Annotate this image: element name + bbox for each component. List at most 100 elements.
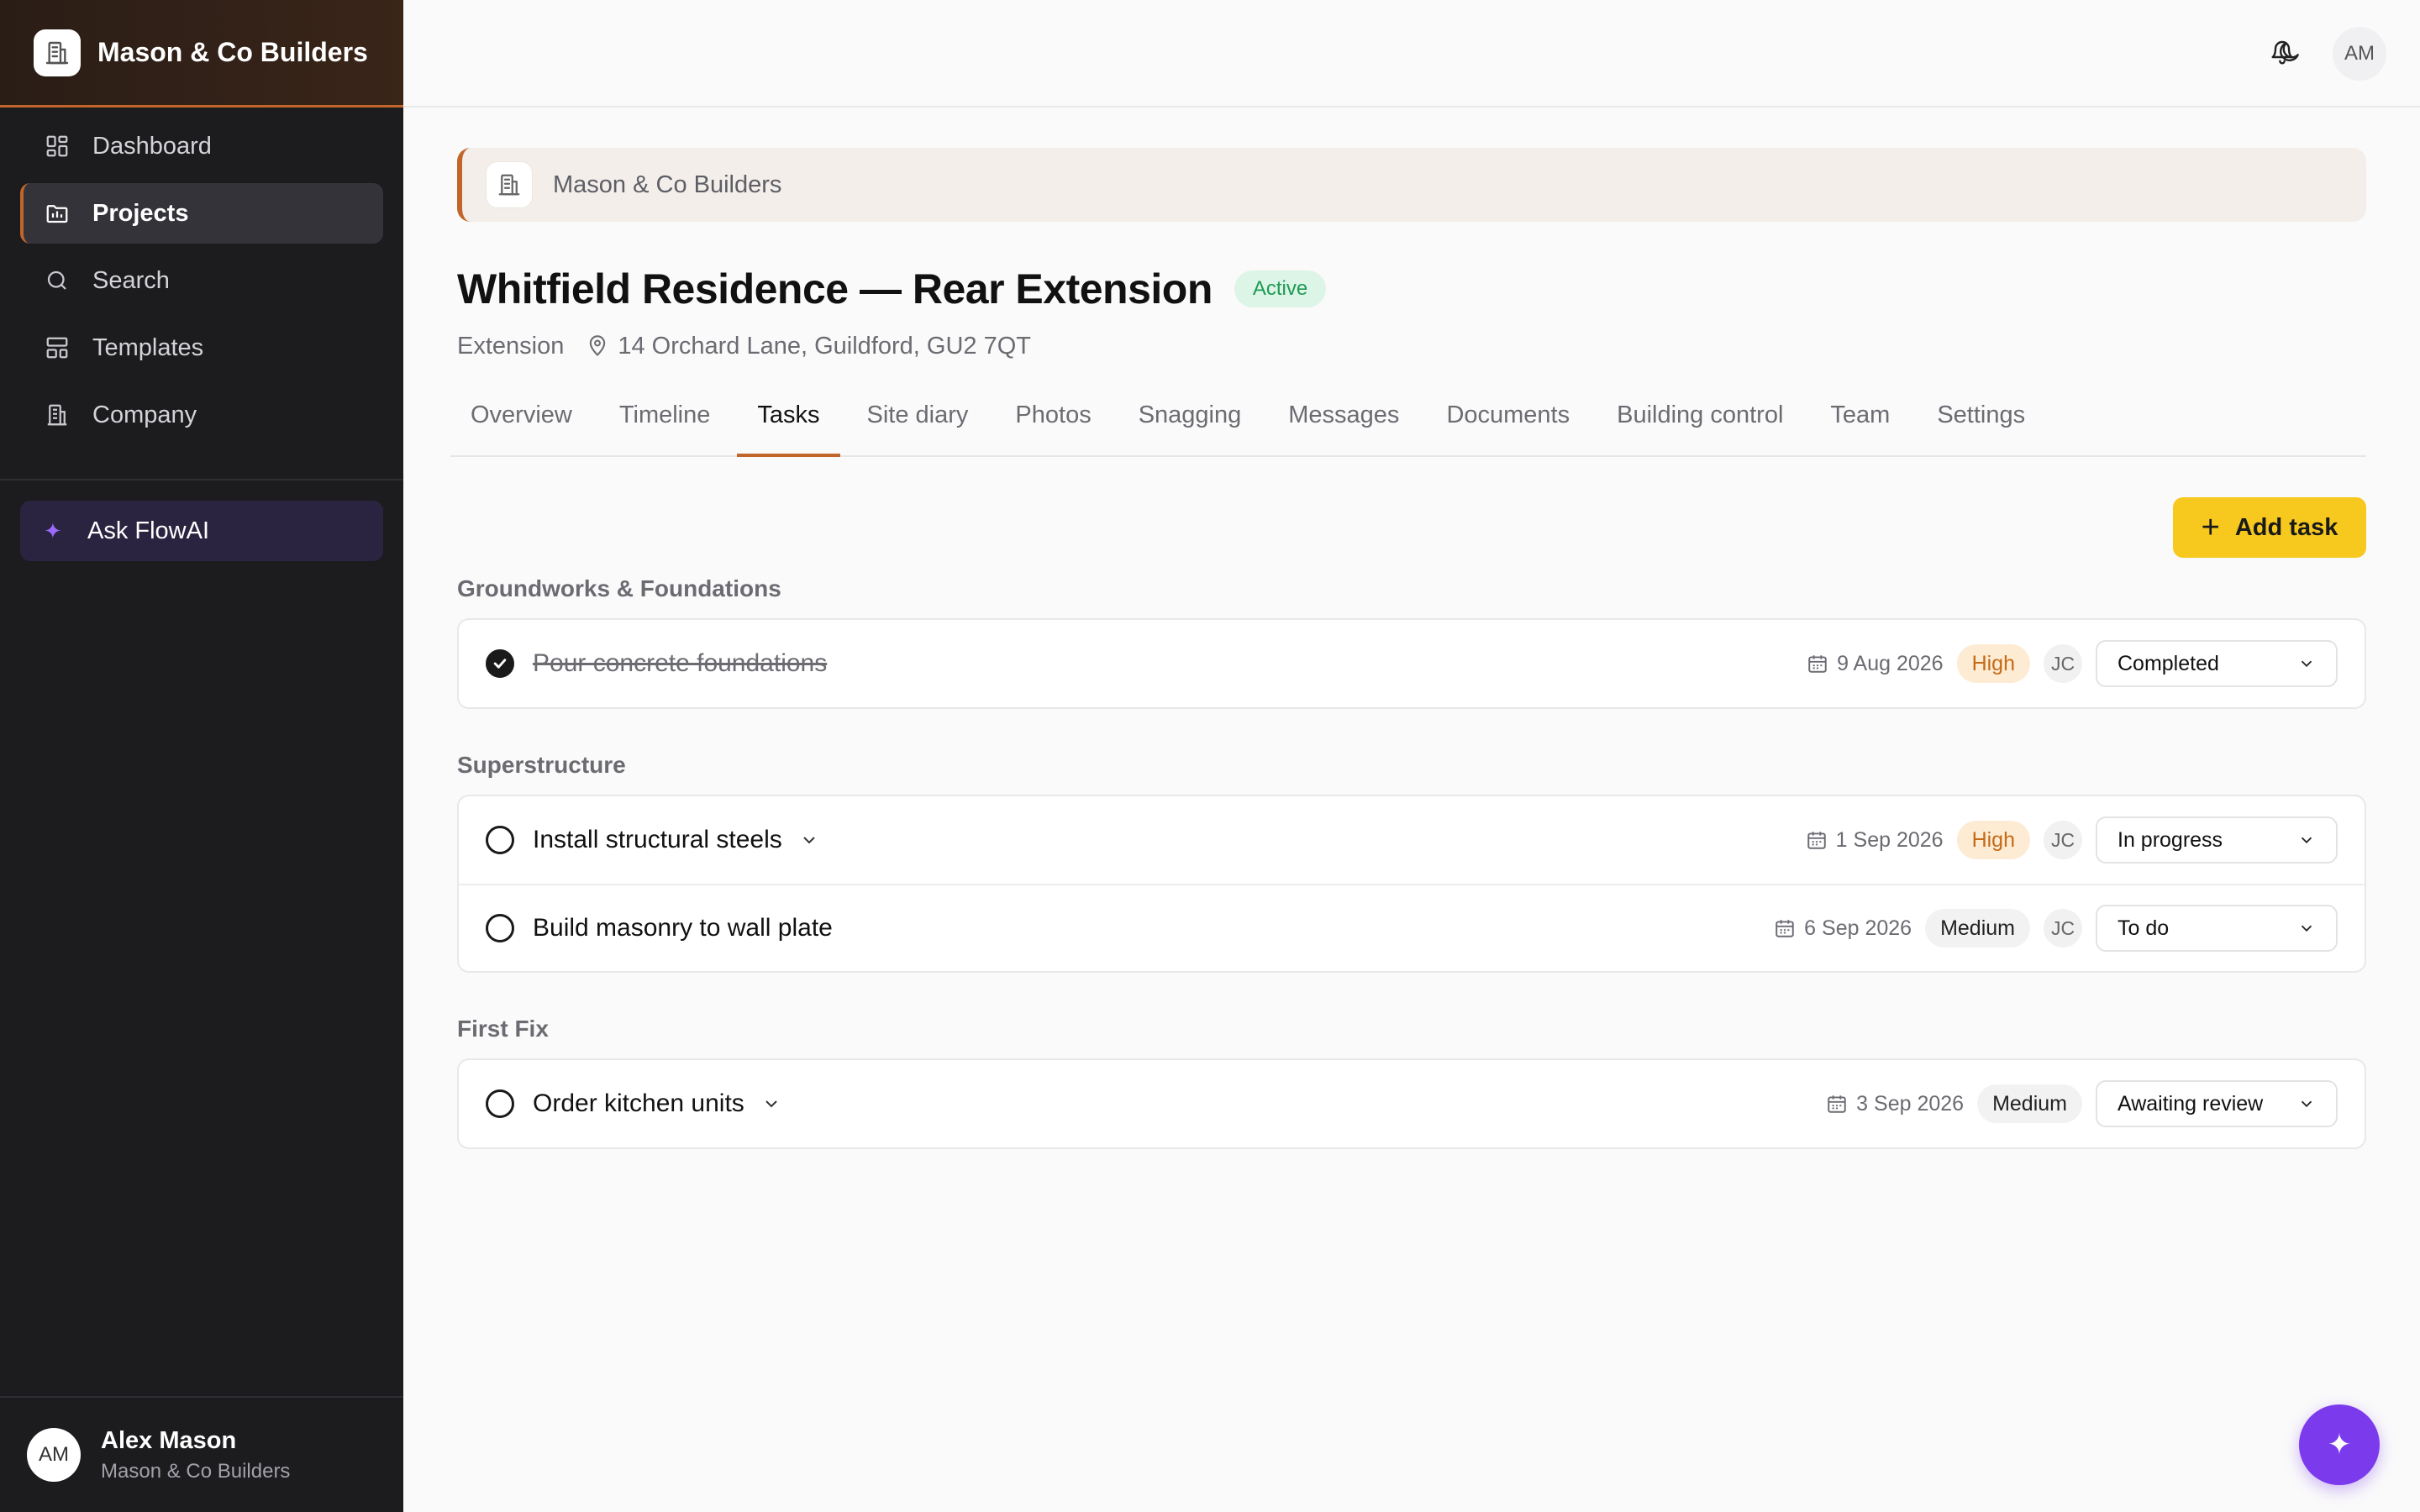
search-icon (44, 267, 71, 294)
sidebar-item-dashboard[interactable]: Dashboard (20, 116, 383, 176)
task-due-date: 3 Sep 2026 (1826, 1092, 1964, 1116)
tab-site-diary[interactable]: Site diary (847, 398, 989, 457)
avatar[interactable]: AM (2333, 27, 2386, 81)
check-icon (493, 659, 507, 669)
assignee-avatar[interactable]: JC (2044, 821, 2082, 859)
sidebar-item-projects[interactable]: Projects (20, 183, 383, 244)
status-dropdown[interactable]: To do (2096, 905, 2338, 952)
status-dropdown[interactable]: Completed (2096, 640, 2338, 687)
company-banner: Mason & Co Builders (457, 148, 2366, 222)
user-profile[interactable]: AM Alex Mason Mason & Co Builders (0, 1396, 403, 1512)
tab-photos[interactable]: Photos (995, 398, 1111, 457)
task-checkbox[interactable] (486, 1089, 514, 1118)
company-icon (44, 402, 71, 428)
chevron-down-icon (2297, 831, 2316, 849)
chevron-down-icon (2297, 1095, 2316, 1113)
sidebar-item-templates[interactable]: Templates (20, 318, 383, 378)
tab-settings[interactable]: Settings (1917, 398, 2045, 457)
sparkle-icon: ✦ (44, 517, 62, 543)
task-date-text: 3 Sep 2026 (1856, 1091, 1965, 1116)
task-row[interactable]: Order kitchen units 3 Sep 2026 Medium Aw… (459, 1060, 2365, 1147)
ask-flowai-button[interactable]: ✦ Ask FlowAI (20, 501, 383, 561)
status-dropdown[interactable]: In progress (2096, 816, 2338, 864)
tab-timeline[interactable]: Timeline (599, 398, 731, 457)
task-checkbox[interactable] (486, 914, 514, 942)
page-title: Whitfield Residence — Rear Extension (457, 265, 1213, 312)
chevron-down-icon[interactable] (799, 830, 819, 850)
task-date-text: 1 Sep 2026 (1835, 827, 1944, 852)
task-group: Order kitchen units 3 Sep 2026 Medium Aw… (457, 1058, 2366, 1149)
task-date-text: 9 Aug 2026 (1837, 651, 1944, 675)
task-row[interactable]: Build masonry to wall plate 6 Sep 2026 M… (459, 884, 2365, 971)
task-name[interactable]: Build masonry to wall plate (533, 914, 833, 942)
status-value: Awaiting review (2118, 1091, 2264, 1116)
task-row[interactable]: Pour concrete foundations 9 Aug 2026 Hig… (459, 620, 2365, 707)
project-address: 14 Orchard Lane, Guildford, GU2 7QT (618, 332, 1031, 360)
calendar-icon (1774, 917, 1796, 939)
sidebar-item-label: Templates (92, 333, 204, 361)
task-name[interactable]: Order kitchen units (533, 1089, 744, 1118)
task-group: Install structural steels 1 Sep 2026 Hig… (457, 795, 2366, 973)
status-dropdown[interactable]: Awaiting review (2096, 1080, 2338, 1127)
task-due-date: 1 Sep 2026 (1806, 828, 1944, 853)
topbar: AM (403, 0, 2420, 108)
assignee-avatar[interactable]: JC (2044, 909, 2082, 948)
assignee-avatar[interactable]: JC (2044, 644, 2082, 683)
priority-badge: High (1956, 821, 2030, 859)
company-name: Mason & Co Builders (553, 171, 782, 198)
sidebar-item-label: Dashboard (92, 132, 212, 160)
status-value: Completed (2118, 651, 2219, 675)
priority-badge: High (1956, 644, 2030, 683)
status-badge: Active (1234, 270, 1327, 307)
notifications-button[interactable] (2257, 29, 2307, 79)
project-tabs: Overview Timeline Tasks Site diary Photo… (450, 398, 2366, 457)
project-meta: Extension 14 Orchard Lane, Guildford, GU… (457, 329, 2366, 363)
task-group-title: Superstructure (457, 752, 626, 778)
templates-icon (44, 334, 71, 361)
add-task-button[interactable]: + Add task (2173, 497, 2366, 558)
sidebar-item-company[interactable]: Company (20, 385, 383, 445)
tab-overview[interactable]: Overview (450, 398, 592, 457)
tab-messages[interactable]: Messages (1268, 398, 1419, 457)
avatar: AM (27, 1428, 81, 1482)
task-group: Pour concrete foundations 9 Aug 2026 Hig… (457, 618, 2366, 709)
building-logo-icon (34, 29, 81, 76)
brand-header[interactable]: Mason & Co Builders (0, 0, 403, 108)
task-name[interactable]: Install structural steels (533, 826, 782, 854)
task-due-date: 9 Aug 2026 (1807, 652, 1944, 676)
map-pin-icon (586, 334, 609, 358)
user-org: Mason & Co Builders (101, 1459, 291, 1483)
status-value: To do (2118, 916, 2170, 940)
status-value: In progress (2118, 827, 2223, 852)
add-task-label: Add task (2234, 513, 2338, 541)
sidebar-divider (0, 479, 403, 480)
task-checkbox[interactable] (486, 649, 514, 678)
main-content: Mason & Co Builders Whitfield Residence … (450, 108, 2366, 1191)
tab-team[interactable]: Team (1810, 398, 1910, 457)
task-row[interactable]: Install structural steels 1 Sep 2026 Hig… (459, 796, 2365, 884)
tab-tasks[interactable]: Tasks (737, 398, 840, 457)
user-name: Alex Mason (101, 1426, 237, 1454)
task-checkbox[interactable] (486, 826, 514, 854)
calendar-icon (1807, 653, 1828, 675)
sidebar-item-label: Projects (92, 199, 189, 227)
tab-snagging[interactable]: Snagging (1118, 398, 1262, 457)
task-due-date: 6 Sep 2026 (1774, 916, 1912, 941)
priority-badge: Medium (1977, 1084, 2082, 1123)
chevron-down-icon[interactable] (761, 1094, 781, 1114)
chevron-down-icon (2297, 654, 2316, 673)
sidebar-item-label: Company (92, 401, 197, 428)
brand-name: Mason & Co Builders (97, 37, 368, 67)
sidebar-item-label: Search (92, 266, 170, 294)
task-date-text: 6 Sep 2026 (1804, 916, 1912, 940)
task-name[interactable]: Pour concrete foundations (533, 649, 827, 678)
tab-building-control[interactable]: Building control (1597, 398, 1803, 457)
tab-documents[interactable]: Documents (1426, 398, 1590, 457)
sidebar: Mason & Co Builders Dashboard Projects S… (0, 0, 403, 1512)
ask-flowai-label: Ask FlowAI (87, 517, 210, 544)
dashboard-icon (44, 133, 71, 160)
task-group-title: First Fix (457, 1016, 549, 1042)
sidebar-item-search[interactable]: Search (20, 250, 383, 311)
ai-assistant-fab[interactable]: ✦ (2299, 1404, 2380, 1485)
projects-icon (44, 200, 71, 227)
